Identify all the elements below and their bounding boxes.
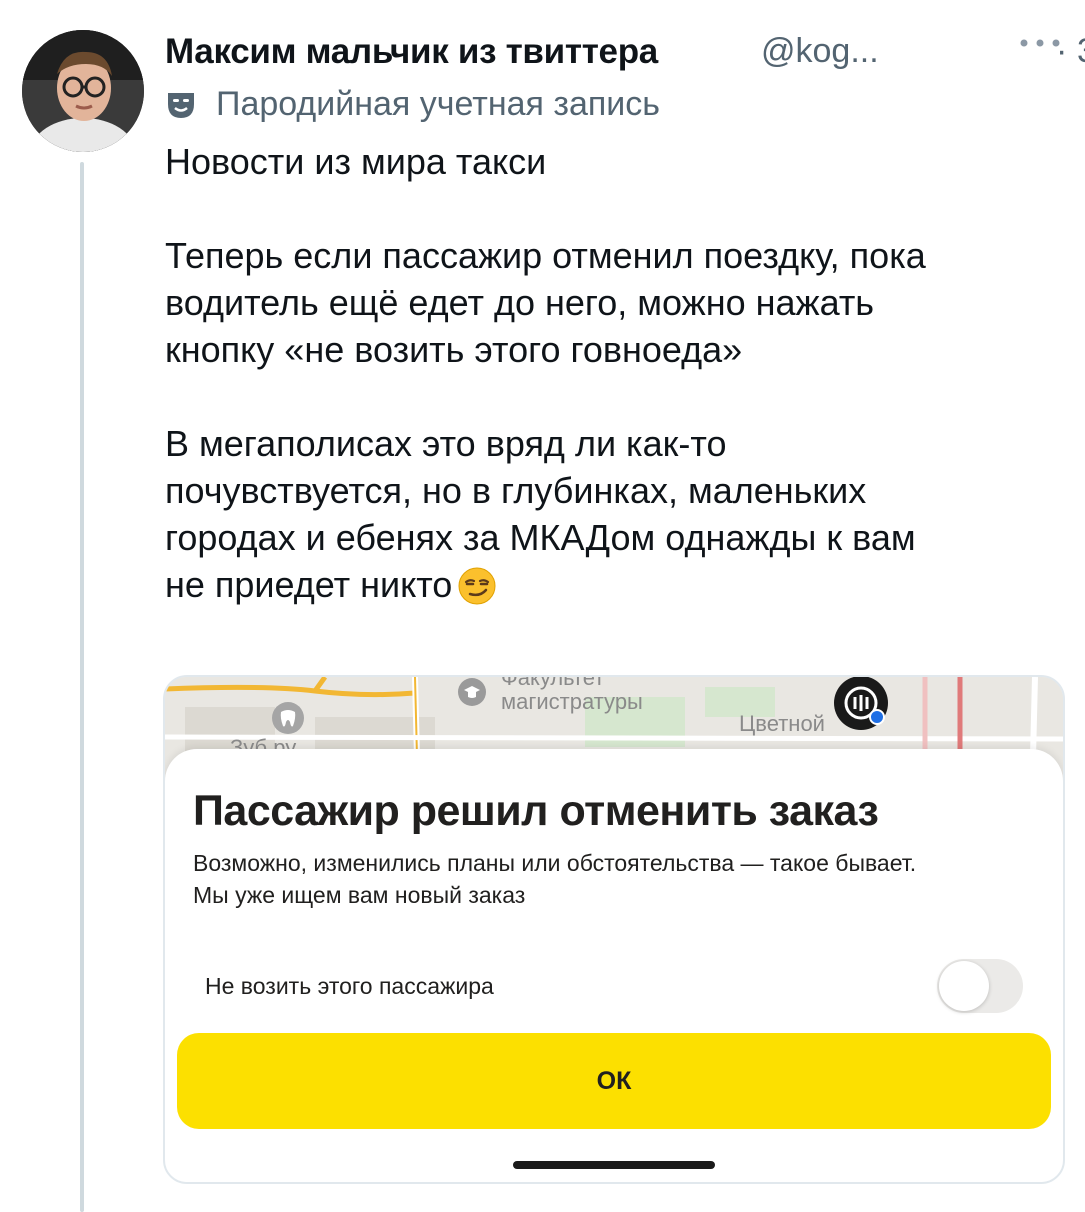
sheet-description-line: Возможно, изменились планы или обстоятел… [193,850,917,876]
tweet-spacer [165,373,1065,420]
tweet-text: Новости из мира такси Теперь если пассаж… [165,138,1065,608]
timestamp[interactable]: 3 ч. [1077,32,1085,71]
driver-status-badge-icon[interactable] [833,675,889,731]
university-pin-icon [458,678,486,706]
display-name[interactable]: Максим мальчик из твиттера [165,32,658,72]
smirking-face-emoji-icon [458,567,496,605]
avatar-photo-icon [22,30,144,152]
theater-mask-icon [168,93,194,118]
map-label-masters: магистратуры [501,689,643,714]
tweet-header: Максим мальчик из твиттера @kog... · 3 ч… [165,28,1085,78]
cancel-notice-sheet: Пассажир решил отменить заказ Возможно, … [165,749,1063,1182]
attached-screenshot[interactable]: Факультет магистратуры Цветной Зуб.ру Па… [163,675,1065,1184]
toggle-knob[interactable] [939,961,989,1011]
sheet-title: Пассажир решил отменить заказ [193,787,879,835]
map-label-tsvetnoi: Цветной [739,711,825,736]
dentist-pin-icon [272,702,304,734]
tweet-paragraph: Теперь если пассажир отменил поездку, по… [165,235,926,370]
avatar[interactable] [22,30,144,152]
block-passenger-toggle[interactable] [937,959,1023,1013]
sheet-description: Возможно, изменились планы или обстоятел… [193,847,1043,911]
sheet-description-line: Мы уже ищем вам новый заказ [193,882,526,908]
tweet-spacer [165,185,1065,232]
thread-connector-line [80,162,84,1212]
user-handle[interactable]: @kog... [761,32,879,71]
ok-button[interactable]: ОК [177,1033,1051,1129]
block-passenger-label: Не возить этого пассажира [205,973,494,999]
home-indicator [513,1161,715,1169]
more-options-icon[interactable] [1017,36,1063,50]
tweet-paragraph-text: В мегаполисах это вряд ли как-то почувст… [165,423,916,605]
parody-label-text: Пародийная учетная запись [216,85,661,123]
tweet-paragraph-last: В мегаполисах это вряд ли как-то почувст… [165,420,1065,608]
tweet-paragraph: Новости из мира такси [165,141,547,182]
